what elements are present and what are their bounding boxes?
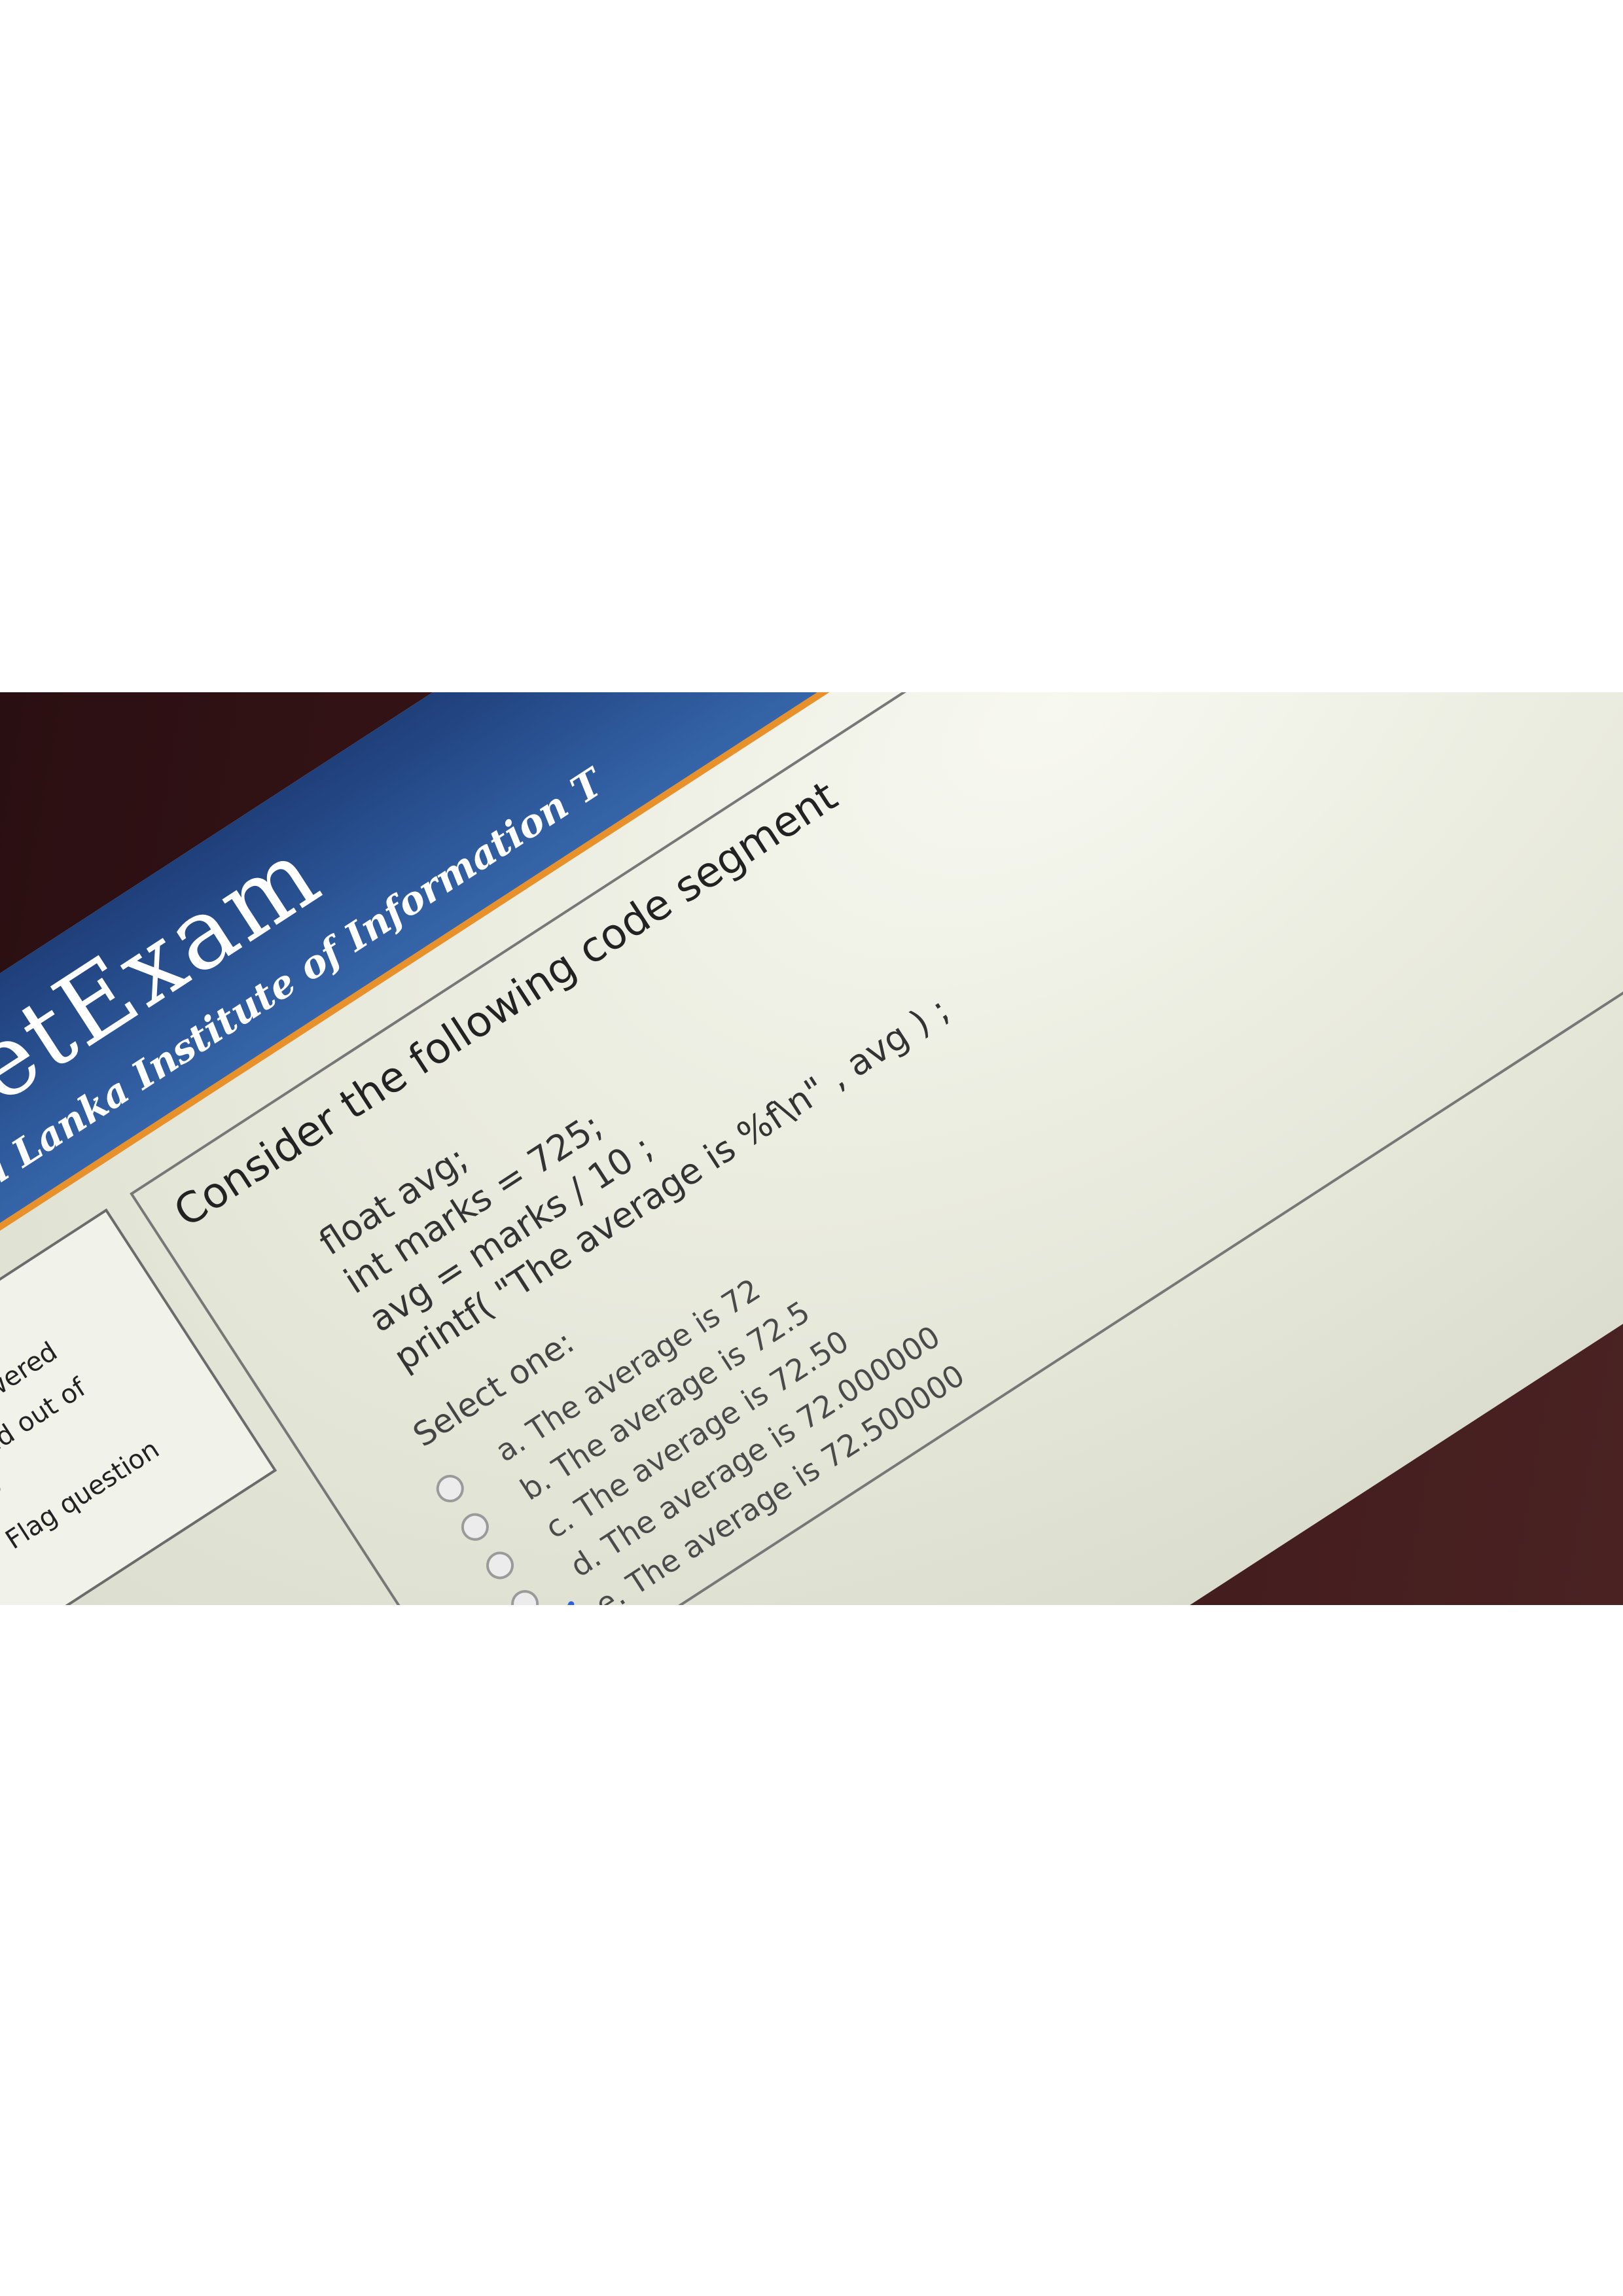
exam-screen: NetExam Sri Lanka Institute of Informati… — [0, 692, 1623, 1605]
marks-value: 1.00 — [0, 1470, 9, 1527]
flag-question-label: Flag question — [0, 1434, 165, 1556]
flag-icon — [0, 1542, 4, 1568]
flag-question-link[interactable]: Flag question — [0, 1434, 165, 1574]
radio-button[interactable] — [480, 1545, 519, 1585]
radio-button[interactable] — [455, 1508, 494, 1546]
radio-button[interactable] — [505, 1584, 544, 1605]
exam-screen-photo: NetExam Sri Lanka Institute of Informati… — [0, 692, 1623, 1605]
radio-button[interactable] — [431, 1469, 469, 1508]
